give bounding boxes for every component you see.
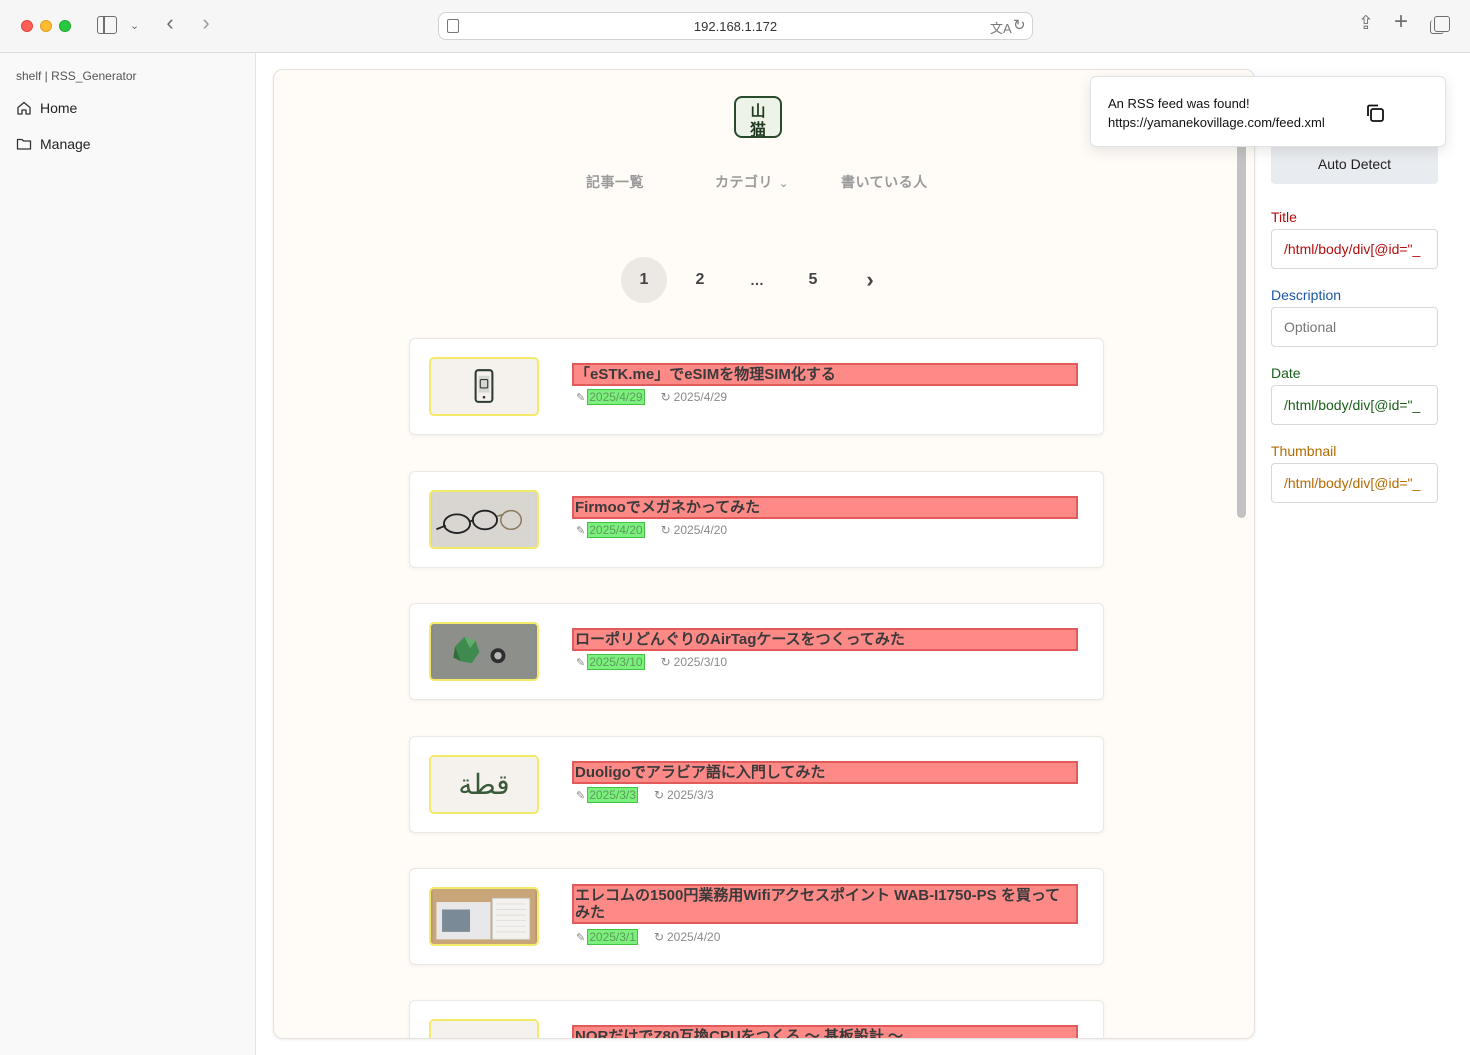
minimize-window-button[interactable] — [40, 20, 52, 32]
selector-panel: Auto Detect Title /html/body/div[@id="_ … — [1271, 53, 1470, 1055]
main-content: 山 猫 記事一覧 カテゴリ ⌄ 書いている人 1 2 … 5 › 「eSTK.m… — [257, 53, 1470, 1055]
close-window-button[interactable] — [21, 20, 33, 32]
article-updated-date: 2025/4/29 — [673, 390, 728, 404]
updated-icon: ↻ — [653, 788, 664, 802]
page-button[interactable]: 1 — [621, 257, 667, 303]
back-arrow-icon[interactable]: ‹ — [160, 12, 180, 34]
nav-category-menu[interactable]: カテゴリ ⌄ — [715, 172, 789, 192]
article-title[interactable]: 「eSTK.me」でeSIMを物理SIM化する — [572, 363, 1078, 386]
pencil-icon: ✎ — [576, 931, 586, 944]
page-button[interactable]: 5 — [790, 257, 836, 303]
description-xpath-input[interactable]: Optional — [1271, 307, 1438, 347]
translate-icon[interactable]: 文A — [990, 18, 1012, 37]
article-published-date: 2025/4/29 — [587, 389, 645, 405]
article-meta: ✎ 2025/4/29 ↻ 2025/4/29 — [576, 389, 727, 405]
article-card[interactable]: エレコムの1500円業務用Wifiアクセスポイント WAB-I1750-PS を… — [409, 868, 1104, 965]
sidebar-toggle-icon[interactable] — [97, 16, 117, 34]
auto-detect-button[interactable]: Auto Detect — [1271, 144, 1438, 184]
address-bar[interactable]: 192.168.1.172 文A ↻ — [438, 12, 1033, 40]
article-card[interactable]: NORだけでZ80互換CPUをつくる 〜 基板設計 〜 — [409, 1000, 1104, 1038]
article-card[interactable]: ローポリどんぐりのAirTagケースをつくってみた ✎ 2025/3/10 ↻ … — [409, 603, 1104, 700]
thumbnail-xpath-input[interactable]: /html/body/div[@id="_ — [1271, 463, 1438, 503]
site-logo[interactable]: 山 猫 — [734, 96, 782, 139]
article-card[interactable]: 「eSTK.me」でeSIMを物理SIM化する ✎ 2025/4/29 ↻ 20… — [409, 338, 1104, 435]
updated-icon: ↻ — [660, 523, 671, 537]
folder-icon — [16, 136, 32, 152]
pencil-icon: ✎ — [576, 391, 586, 404]
share-icon[interactable]: ⇪ — [1358, 14, 1374, 34]
date-xpath-input[interactable]: /html/body/div[@id="_ — [1271, 385, 1438, 425]
thumbnail-field-label: Thumbnail — [1271, 443, 1337, 459]
article-title[interactable]: Firmooでメガネかってみた — [572, 496, 1078, 519]
article-title[interactable]: NORだけでZ80互換CPUをつくる 〜 基板設計 〜 — [572, 1025, 1078, 1038]
arabic-thumbnail-text: قطة — [458, 768, 510, 801]
article-thumbnail[interactable] — [429, 1019, 539, 1038]
address-text[interactable]: 192.168.1.172 — [439, 19, 1032, 34]
page-ellipsis: … — [750, 272, 764, 288]
article-card[interactable]: Firmooでメガネかってみた ✎ 2025/4/20 ↻ 2025/4/20 — [409, 471, 1104, 568]
app-sidebar: shelf | RSS_Generator Home Manage — [0, 53, 256, 1055]
glasses-image — [432, 492, 536, 547]
reload-icon[interactable]: ↻ — [1013, 16, 1026, 34]
sidebar-item-label: Manage — [40, 136, 91, 152]
article-updated-date: 2025/4/20 — [673, 523, 728, 537]
article-updated-date: 2025/3/10 — [673, 655, 728, 669]
article-published-date: 2025/4/20 — [587, 522, 645, 538]
article-thumbnail[interactable] — [429, 357, 539, 416]
sidebar-item-label: Home — [40, 100, 78, 116]
article-updated-date: 2025/3/3 — [667, 788, 714, 802]
page-button[interactable]: 2 — [677, 257, 723, 303]
nav-author-link[interactable]: 書いている人 — [841, 172, 928, 192]
description-field-label: Description — [1271, 287, 1342, 303]
scrollbar-thumb[interactable] — [1237, 128, 1246, 518]
date-field-label: Date — [1271, 365, 1301, 381]
site-preview-frame[interactable]: 山 猫 記事一覧 カテゴリ ⌄ 書いている人 1 2 … 5 › 「eSTK.m… — [273, 69, 1255, 1039]
tab-overview-icon[interactable] — [1430, 16, 1450, 34]
nav-category-label: カテゴリ — [715, 174, 773, 190]
next-page-icon[interactable]: › — [847, 257, 893, 303]
article-thumbnail[interactable] — [429, 490, 539, 549]
title-field-label: Title — [1271, 209, 1297, 225]
article-meta: ✎ 2025/3/3 ↻ 2025/3/3 — [576, 787, 714, 803]
article-meta: ✎ 2025/4/20 ↻ 2025/4/20 — [576, 522, 727, 538]
pencil-icon: ✎ — [576, 524, 586, 537]
article-card[interactable]: قطة Duoligoでアラビア語に入門してみた ✎ 2025/3/3 ↻ 20… — [409, 736, 1104, 833]
article-published-date: 2025/3/10 — [587, 654, 645, 670]
copy-icon[interactable] — [1364, 102, 1386, 124]
article-published-date: 2025/3/3 — [587, 787, 638, 803]
home-icon — [16, 100, 32, 116]
updated-icon: ↻ — [660, 655, 671, 669]
chevron-down-icon[interactable]: ⌄ — [130, 16, 139, 36]
rss-found-toast: An RSS feed was found! https://yamanekov… — [1090, 76, 1446, 147]
article-thumbnail[interactable] — [429, 887, 539, 946]
toast-feed-url[interactable]: https://yamanekovillage.com/feed.xml — [1108, 115, 1325, 130]
sidebar-item-manage[interactable]: Manage — [16, 133, 91, 155]
pencil-icon: ✎ — [576, 789, 586, 802]
updated-icon: ↻ — [653, 930, 664, 944]
forward-arrow-icon[interactable]: › — [196, 12, 216, 34]
acorn-airtag-image — [432, 624, 536, 679]
title-xpath-input[interactable]: /html/body/div[@id="_ — [1271, 229, 1438, 269]
toast-title: An RSS feed was found! — [1108, 96, 1250, 111]
article-thumbnail[interactable] — [429, 622, 539, 681]
article-meta: ✎ 2025/3/1 ↻ 2025/4/20 — [576, 929, 720, 945]
nav-articles-link[interactable]: 記事一覧 — [586, 172, 644, 192]
browser-toolbar: ⌄ ‹ › 192.168.1.172 文A ↻ ⇪ + — [0, 0, 1470, 53]
article-title[interactable]: ローポリどんぐりのAirTagケースをつくってみた — [572, 628, 1078, 651]
article-title[interactable]: Duoligoでアラビア語に入門してみた — [572, 761, 1078, 784]
app-title: shelf | RSS_Generator — [16, 69, 137, 83]
sidebar-item-home[interactable]: Home — [16, 97, 77, 119]
article-title[interactable]: エレコムの1500円業務用Wifiアクセスポイント WAB-I1750-PS を… — [572, 884, 1078, 924]
chevron-down-icon: ⌄ — [779, 178, 789, 190]
article-published-date: 2025/3/1 — [587, 929, 638, 945]
new-tab-icon[interactable]: + — [1394, 10, 1408, 34]
updated-icon: ↻ — [660, 390, 671, 404]
article-meta: ✎ 2025/3/10 ↻ 2025/3/10 — [576, 654, 727, 670]
article-updated-date: 2025/4/20 — [667, 930, 721, 944]
phone-sim-icon — [474, 369, 494, 403]
article-thumbnail[interactable]: قطة — [429, 755, 539, 814]
router-box-image — [432, 889, 536, 944]
zoom-window-button[interactable] — [59, 20, 71, 32]
pencil-icon: ✎ — [576, 656, 586, 669]
